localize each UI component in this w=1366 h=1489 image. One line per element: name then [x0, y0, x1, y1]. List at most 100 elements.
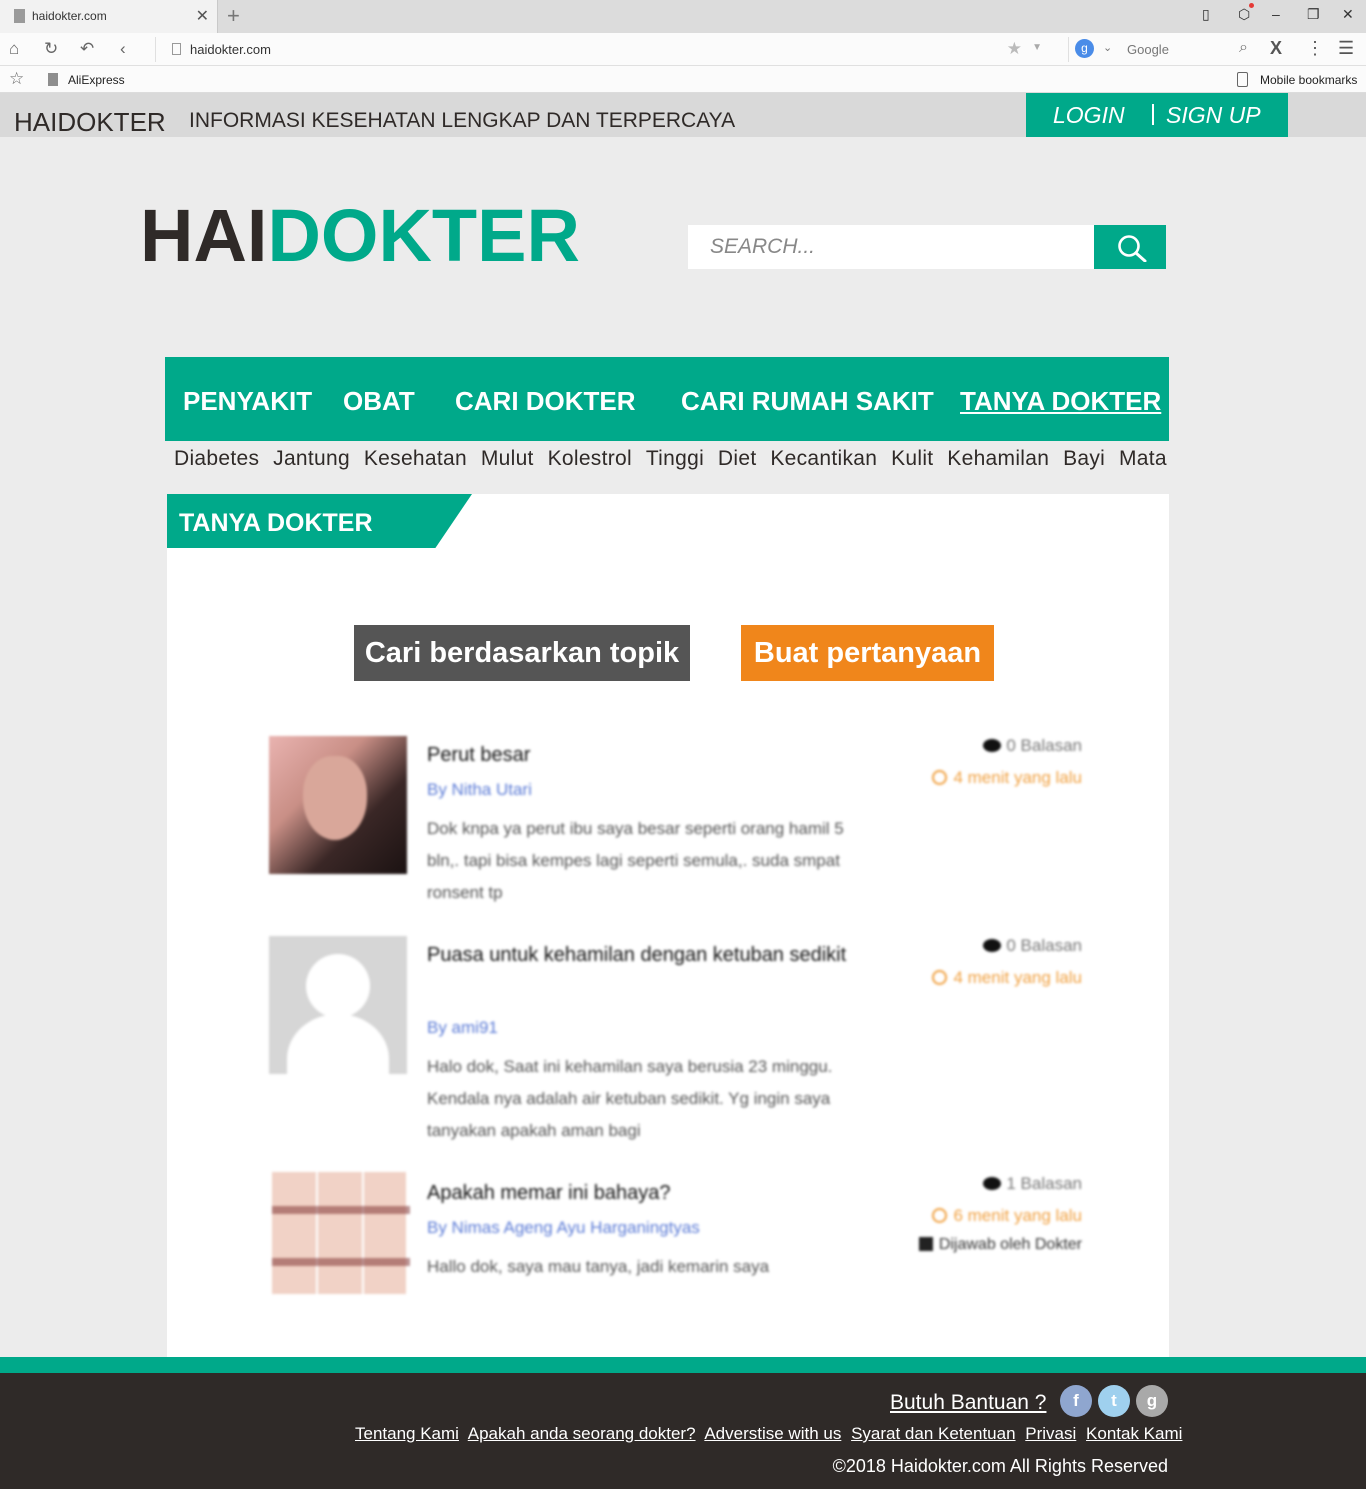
post-time: 4 menit yang lalu — [932, 968, 1082, 988]
logo-part-dokter: DOKTER — [267, 194, 580, 277]
question-title[interactable]: Apakah memar ini bahaya? — [427, 1174, 847, 1212]
site-brand[interactable]: HAIDOKTER — [14, 107, 166, 138]
bookmark-aliexpress[interactable]: AliExpress — [68, 73, 125, 87]
question-title[interactable]: Puasa untuk kehamilan dengan ketuban sed… — [427, 936, 847, 974]
google-plus-icon[interactable]: g — [1136, 1385, 1168, 1417]
footer-link-privacy[interactable]: Privasi — [1025, 1424, 1076, 1443]
topic-link[interactable]: Mata — [1119, 447, 1167, 475]
help-link[interactable]: Butuh Bantuan ? — [890, 1391, 1046, 1415]
answered-badge: Dijawab oleh Dokter — [918, 1236, 1082, 1254]
search-engine-icon[interactable]: g — [1075, 39, 1094, 58]
browser-tab[interactable]: haidokter.com ✕ — [0, 0, 218, 33]
login-link[interactable]: LOGIN — [1053, 102, 1125, 129]
nav-penyakit[interactable]: PENYAKIT — [183, 386, 312, 417]
clock-icon — [932, 970, 948, 985]
chevron-down-icon[interactable]: ⌄ — [1103, 41, 1112, 54]
topic-link[interactable]: Diet — [718, 447, 757, 475]
topic-link[interactable]: Tinggi — [646, 447, 704, 475]
nav-cari-rumah-sakit[interactable]: CARI RUMAH SAKIT — [681, 386, 934, 417]
reply-count: 0 Balasan — [983, 936, 1082, 956]
main-nav: PENYAKIT OBAT CARI DOKTER CARI RUMAH SAK… — [165, 357, 1169, 441]
more-menu-icon[interactable]: ⋮ — [1306, 38, 1324, 59]
speech-bubble-icon — [983, 739, 1002, 752]
undo-close-icon[interactable]: ↶ — [80, 39, 94, 59]
page-icon — [48, 73, 58, 86]
reply-count-text: 1 Balasan — [1006, 1174, 1082, 1193]
search-icon[interactable]: ⌕ — [1239, 39, 1248, 57]
twitter-icon[interactable]: t — [1098, 1385, 1130, 1417]
footer-links: Tentang Kami Apakah anda seorang dokter?… — [355, 1424, 1187, 1444]
search-by-topic-button[interactable]: Cari berdasarkan topik — [354, 625, 690, 681]
footer-link-terms[interactable]: Syarat dan Ketentuan — [851, 1424, 1015, 1443]
site-top-bar: HAIDOKTER INFORMASI KESEHATAN LENGKAP DA… — [0, 93, 1366, 137]
nav-cari-dokter[interactable]: CARI DOKTER — [455, 386, 636, 417]
post-time: 4 menit yang lalu — [932, 768, 1082, 788]
footer-link-contact[interactable]: Kontak Kami — [1086, 1424, 1182, 1443]
question-author[interactable]: By Nitha Utari — [427, 780, 532, 800]
browser-search-field[interactable]: g ⌄ Google ⌕ — [1068, 37, 1258, 62]
clock-icon — [932, 770, 948, 785]
document-icon — [172, 43, 181, 55]
topic-link[interactable]: Kehamilan — [947, 447, 1049, 475]
footer-link-advertise[interactable]: Adverstise with us — [704, 1424, 841, 1443]
x-extension-icon[interactable]: X — [1270, 38, 1282, 59]
chevron-down-icon[interactable]: ▼ — [1032, 42, 1042, 53]
topic-link[interactable]: Kecantikan — [770, 447, 877, 475]
question-item[interactable]: Apakah memar ini bahaya? By Nimas Ageng … — [264, 1154, 1104, 1304]
topic-link[interactable]: Jantung — [273, 447, 350, 475]
reply-count-text: 0 Balasan — [1006, 936, 1082, 955]
avatar — [272, 1172, 410, 1304]
nav-obat[interactable]: OBAT — [343, 386, 415, 417]
question-author[interactable]: By Nimas Ageng Ayu Harganingtyas — [427, 1218, 700, 1238]
back-icon[interactable]: ‹ — [120, 39, 126, 59]
extension-icon[interactable]: ⬡ — [1238, 3, 1255, 23]
create-question-button[interactable]: Buat pertanyaan — [741, 625, 994, 681]
logo-part-hai: HAI — [140, 194, 268, 277]
question-author[interactable]: By ami91 — [427, 1018, 498, 1038]
search-icon — [1118, 235, 1147, 262]
home-icon[interactable]: ⌂ — [9, 39, 19, 59]
topic-link[interactable]: Mulut — [481, 447, 534, 475]
topic-nav: Diabetes Jantung Kesehatan Mulut Kolestr… — [165, 447, 1169, 475]
restore-icon[interactable]: ❐ — [1307, 6, 1320, 23]
bookmark-star-icon[interactable]: ☆ — [9, 69, 24, 89]
question-excerpt: Halo dok, Saat ini kehamilan saya berusi… — [427, 1057, 833, 1140]
hamburger-menu-icon[interactable]: ☰ — [1338, 38, 1354, 59]
question-list: Perut besar By Nitha Utari Dok knpa ya p… — [264, 716, 1104, 1306]
post-time: 6 menit yang lalu — [932, 1206, 1082, 1226]
topic-link[interactable]: Kolestrol — [548, 447, 632, 475]
avatar — [269, 736, 407, 874]
speech-bubble-icon — [983, 939, 1002, 952]
section-title: TANYA DOKTER — [179, 509, 373, 537]
search-button[interactable] — [1094, 225, 1166, 269]
site-tagline: INFORMASI KESEHATAN LENGKAP DAN TERPERCA… — [189, 109, 736, 132]
url-field[interactable]: haidokter.com ★ ▼ — [155, 37, 1050, 62]
section-title-banner: TANYA DOKTER — [167, 494, 472, 548]
divider — [1152, 104, 1154, 125]
bookmark-star-icon[interactable]: ★ — [1007, 39, 1022, 59]
content-panel: TANYA DOKTER Cari berdasarkan topik Buat… — [167, 494, 1169, 1357]
question-title[interactable]: Perut besar — [427, 736, 847, 774]
topic-link[interactable]: Kulit — [891, 447, 933, 475]
nav-tanya-dokter[interactable]: TANYA DOKTER — [960, 386, 1161, 417]
topic-link[interactable]: Diabetes — [174, 447, 259, 475]
search-input[interactable] — [688, 225, 1094, 269]
footer-link-about[interactable]: Tentang Kami — [355, 1424, 459, 1443]
signup-link[interactable]: SIGN UP — [1166, 102, 1261, 129]
facebook-icon[interactable]: f — [1060, 1385, 1092, 1417]
site-logo[interactable]: HAIDOKTER — [140, 196, 580, 276]
browser-tab-bar: haidokter.com ✕ + ▯ ⬡ – ❐ ✕ — [0, 0, 1366, 33]
footer-link-doctor[interactable]: Apakah anda seorang dokter? — [468, 1424, 696, 1443]
topic-link[interactable]: Bayi — [1063, 447, 1105, 475]
mobile-bookmarks[interactable]: Mobile bookmarks — [1260, 73, 1357, 87]
site-search — [688, 225, 1166, 269]
avatar — [269, 936, 407, 1074]
copyright: ©2018 Haidokter.com All Rights Reserved — [832, 1456, 1168, 1476]
reader-mode-icon[interactable]: ▯ — [1202, 6, 1210, 23]
topic-link[interactable]: Kesehatan — [364, 447, 467, 475]
reload-icon[interactable]: ↻ — [44, 39, 58, 59]
minimize-icon[interactable]: – — [1272, 6, 1280, 22]
new-tab-icon[interactable]: + — [227, 3, 240, 29]
close-tab-icon[interactable]: ✕ — [196, 6, 209, 26]
window-close-icon[interactable]: ✕ — [1342, 6, 1354, 23]
